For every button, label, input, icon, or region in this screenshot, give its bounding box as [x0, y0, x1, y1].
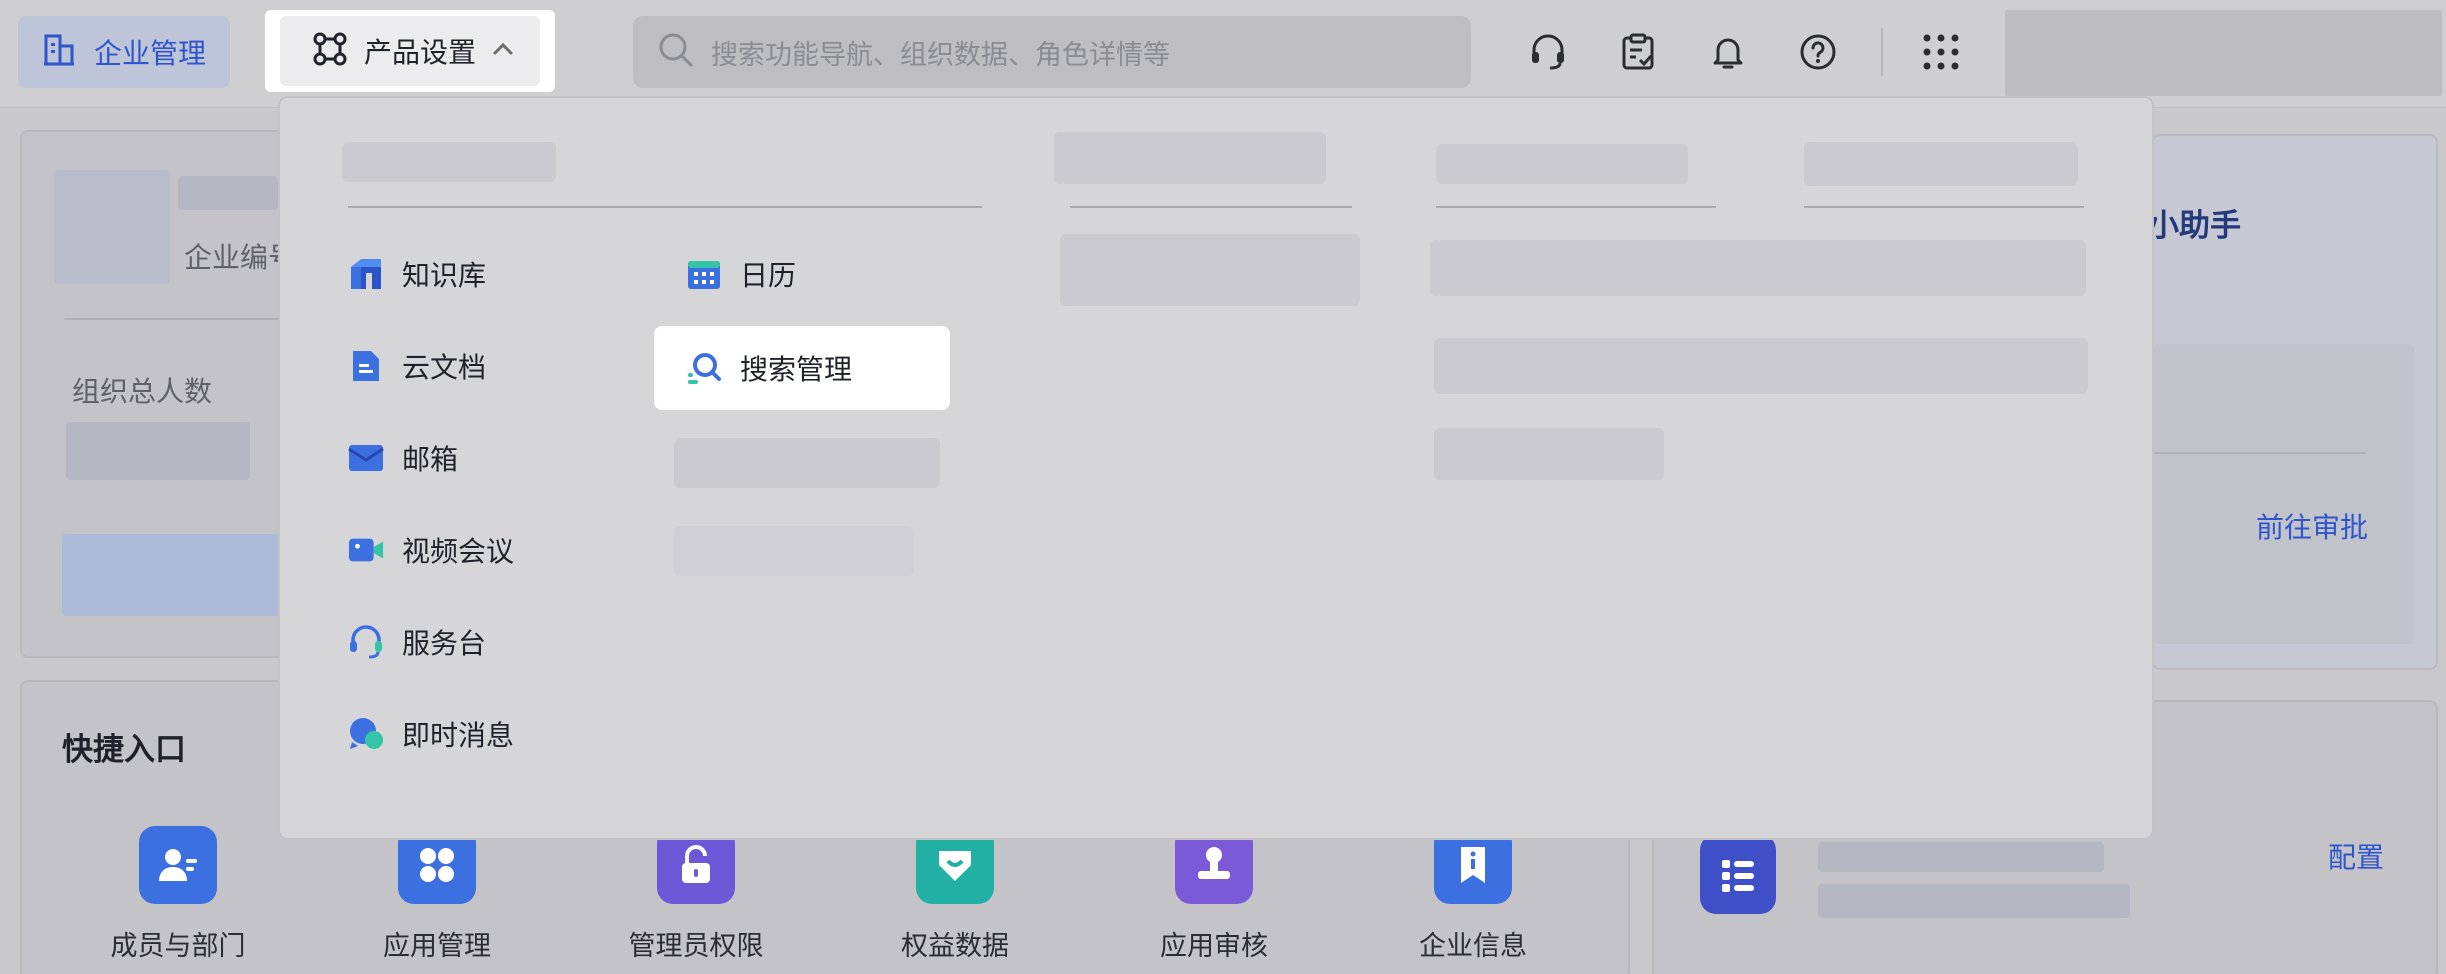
video-icon — [348, 532, 384, 568]
helpdesk-icon — [348, 624, 384, 660]
quick-entry-label: 应用管理 — [383, 931, 491, 962]
quick-entry-title: 快捷入口 — [62, 732, 186, 768]
mail-icon — [348, 440, 384, 476]
quick-entry-label: 应用审核 — [1160, 931, 1268, 962]
chevron-up-icon — [492, 41, 514, 61]
menu-item-label: 搜索管理 — [740, 353, 853, 386]
search-placeholder: 搜索功能导航、组织数据、角色详情等 — [711, 39, 1170, 71]
org-total-label: 组织总人数 — [72, 375, 213, 408]
assistant-inner-card — [2154, 344, 2414, 644]
menu-item-label: 即时消息 — [402, 719, 515, 752]
col-header-placeholder — [1054, 132, 1326, 184]
menu-item-wiki[interactable]: 知识库 — [348, 244, 486, 304]
enterprise-manage-label: 企业管理 — [94, 37, 207, 70]
assistant-title: 小助手 — [2148, 208, 2241, 244]
search-input[interactable]: 搜索功能导航、组织数据、角色详情等 — [633, 16, 1471, 88]
list-check-icon — [1700, 834, 1776, 914]
menu-item-label: 云文档 — [402, 351, 487, 384]
quick-entry-members[interactable]: 成员与部门 — [78, 826, 278, 963]
menu-item-placeholder — [674, 438, 940, 488]
col-header-placeholder — [1804, 142, 2078, 186]
clipboard-check-icon[interactable] — [1612, 26, 1664, 78]
nodes-icon — [312, 31, 348, 71]
menu-item-label: 服务台 — [402, 627, 487, 660]
col-rule — [348, 206, 982, 208]
calendar-icon — [686, 256, 722, 292]
menu-item-search-manage[interactable]: 搜索管理 — [654, 326, 950, 410]
menu-item-placeholder — [1060, 234, 1360, 306]
toolbar-divider — [1881, 28, 1883, 76]
config-link[interactable]: 配置 — [2328, 836, 2384, 876]
product-settings-button[interactable]: 产品设置 — [265, 10, 555, 92]
col-rule — [1070, 206, 1352, 208]
quick-entry-label: 成员与部门 — [110, 931, 246, 962]
col-rule — [1436, 206, 1716, 208]
chat-icon — [348, 716, 384, 752]
menu-item-label: 知识库 — [402, 259, 487, 292]
menu-item-mail[interactable]: 邮箱 — [348, 428, 458, 488]
enterprise-name-placeholder — [178, 176, 278, 210]
quick-entry-benefits[interactable]: 权益数据 — [855, 826, 1055, 963]
quick-entry-label: 企业信息 — [1419, 931, 1527, 962]
menu-item-label: 邮箱 — [402, 443, 459, 476]
enterprise-manage-button[interactable]: 企业管理 — [18, 16, 230, 88]
enterprise-logo-placeholder — [54, 170, 170, 284]
col-rule — [1804, 206, 2084, 208]
org-total-value-placeholder — [66, 422, 250, 480]
menu-item-placeholder — [1430, 240, 2086, 296]
quick-entry-label: 权益数据 — [901, 931, 1009, 962]
config-desc-placeholder — [1818, 884, 2130, 918]
assistant-divider — [2154, 452, 2366, 454]
menu-item-placeholder — [1434, 338, 2088, 394]
config-title-placeholder — [1818, 842, 2104, 872]
menu-item-instant-message[interactable]: 即时消息 — [348, 704, 514, 764]
quick-entry-enterprise-info[interactable]: 企业信息 — [1373, 826, 1573, 963]
menu-item-label: 日历 — [740, 259, 797, 292]
bell-icon[interactable] — [1702, 26, 1754, 78]
menu-item-cloud-docs[interactable]: 云文档 — [348, 336, 486, 396]
menu-item-placeholder — [674, 526, 914, 576]
quick-entry-review[interactable]: 应用审核 — [1114, 826, 1314, 963]
divider — [64, 318, 284, 320]
top-bar: 企业管理 产品设置 搜索功能导航、组织数据、角色详情等 — [0, 0, 2446, 108]
menu-item-video-meeting[interactable]: 视频会议 — [348, 520, 514, 580]
quick-entry-apps[interactable]: 应用管理 — [337, 826, 537, 963]
menu-item-helpdesk[interactable]: 服务台 — [348, 612, 486, 672]
col-header-placeholder — [342, 142, 556, 182]
wiki-icon — [348, 256, 384, 292]
menu-item-placeholder — [1434, 428, 1664, 480]
apps-grid-icon[interactable] — [1915, 26, 1967, 78]
search-manage-icon — [686, 350, 722, 386]
menu-item-label: 视频会议 — [402, 535, 515, 568]
quick-entry-label: 管理员权限 — [628, 931, 764, 962]
product-settings-dropdown: 知识库 云文档 邮箱 视频会议 服务台 即时消息 日历 搜索管理 — [278, 96, 2154, 840]
search-icon — [657, 31, 695, 73]
menu-item-calendar[interactable]: 日历 — [686, 244, 796, 304]
approve-link[interactable]: 前往审批 — [2256, 506, 2368, 546]
product-settings-label: 产品设置 — [364, 36, 477, 69]
org-action-placeholder — [62, 534, 292, 616]
doc-icon — [348, 348, 384, 384]
quick-entry-admin[interactable]: 管理员权限 — [596, 826, 796, 963]
col-header-placeholder — [1436, 144, 1688, 184]
headset-icon[interactable] — [1522, 26, 1574, 78]
building-icon — [42, 33, 76, 71]
product-settings-inner: 产品设置 — [280, 16, 540, 86]
help-icon[interactable] — [1792, 26, 1844, 78]
user-profile-placeholder[interactable] — [2005, 10, 2442, 96]
member-icon — [139, 826, 217, 904]
